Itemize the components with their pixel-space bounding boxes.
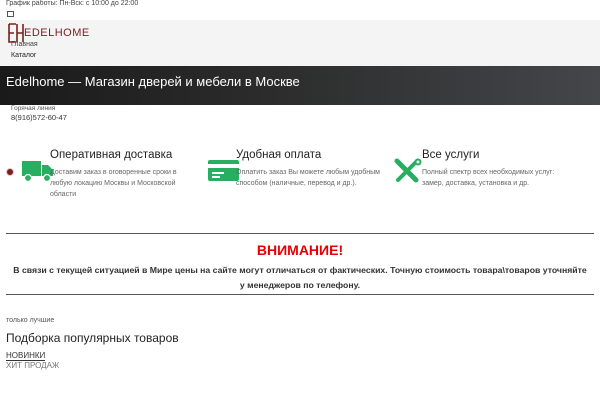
section-eyebrow: только лучшие [6,317,55,324]
tab-new[interactable]: НОВИНКИ [6,351,46,361]
hero-title: Edelhome — Магазин дверей и мебели в Мос… [6,74,300,89]
feature-title: Удобная оплата [236,149,322,161]
hotline-label: Горячая линия [11,105,56,112]
feature-payment: Удобная оплата Оплатить заказ Вы можете … [208,148,388,208]
feature-text: Оплатить заказ Вы можете любым удобным с… [236,169,380,187]
feature-title: Оперативная доставка [50,149,173,161]
feature-delivery: Оперативная доставка Доставим заказ в ог… [22,148,202,208]
work-schedule: График работы: Пн-Вск: с 10:00 до 22:00 [6,0,139,7]
feature-text: Полный спектр всех необходимых услуг: за… [422,169,555,187]
slider-dot[interactable] [7,169,13,175]
feature-text: Доставим заказ в оговоренные сроки в люб… [50,169,177,198]
mail-icon[interactable] [7,11,14,17]
section-title: Подборка популярных товаров [6,331,179,345]
hotline-phone-link[interactable]: 8(916)572-60-47 [11,113,67,122]
price-notice: ВНИМАНИЕ! В связи с текущей ситуацией в … [6,233,594,295]
logo-text: EDELHOME [24,27,90,39]
header-nav: EDELHOME Главная Каталог [0,20,600,66]
nav-home-link[interactable]: Главная [11,41,38,48]
hotline: Горячая линия 8(916)572-60-47 [11,105,67,122]
feature-title: Все услуги [422,149,480,161]
logo-mark-icon [8,23,24,43]
nav-catalog-link[interactable]: Каталог [11,52,36,59]
feature-services: Все услуги Полный спектр всех необходимы… [394,148,574,208]
hero-banner: Edelhome — Магазин дверей и мебели в Мос… [0,66,600,105]
tab-bestsellers[interactable]: ХИТ ПРОДАЖ [6,361,59,370]
notice-title: ВНИМАНИЕ! [256,242,344,258]
notice-text: В связи с текущей ситуацией в Мире цены … [13,265,587,290]
topbar: График работы: Пн-Вск: с 10:00 до 22:00 [6,0,596,20]
